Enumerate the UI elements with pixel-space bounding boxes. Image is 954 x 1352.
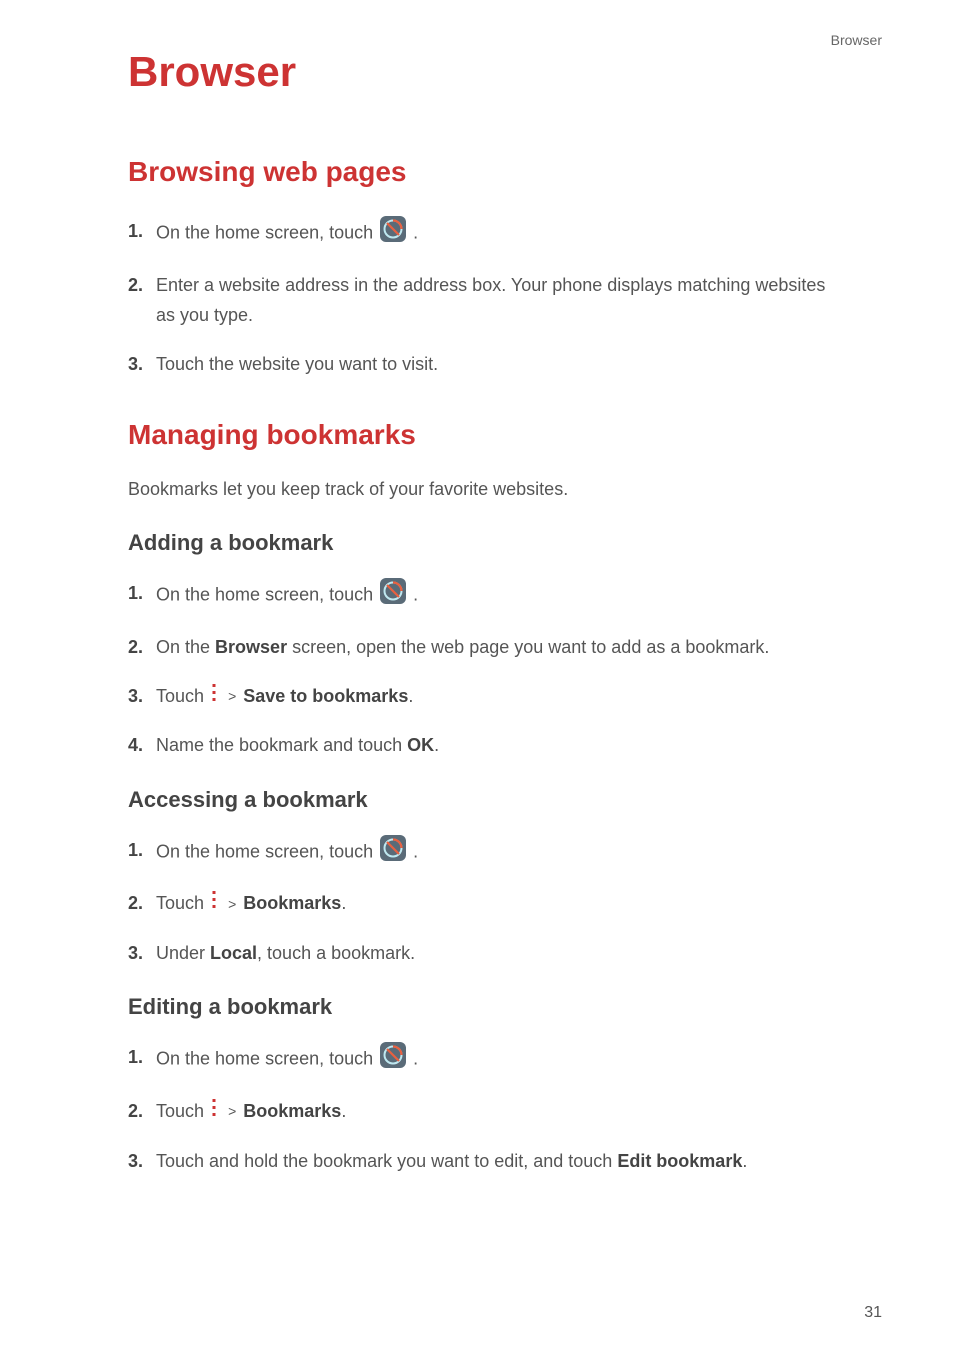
step-number: 1. (128, 578, 143, 609)
step-text: On the home screen, touch (156, 585, 378, 605)
browser-app-icon (380, 835, 406, 871)
browsing-steps: 1. On the home screen, touch . 2. Enter … (128, 216, 826, 379)
step-number: 3. (128, 938, 143, 969)
step-text-post: . (413, 585, 418, 605)
step-number: 1. (128, 1042, 143, 1073)
browser-app-icon (380, 1042, 406, 1078)
step-text-post: screen, open the web page you want to ad… (287, 637, 769, 657)
step-number: 2. (128, 632, 143, 663)
step-text: Enter a website address in the address b… (156, 275, 825, 326)
list-item: 3. Touch and hold the bookmark you want … (128, 1146, 826, 1177)
sub-adding-title: Adding a bookmark (128, 530, 826, 556)
step-text: On the home screen, touch (156, 1049, 378, 1069)
section-bookmarks-intro: Bookmarks let you keep track of your fav… (128, 479, 826, 500)
bold-save-to-bookmarks: Save to bookmarks (243, 686, 408, 706)
step-number: 2. (128, 270, 143, 301)
step-number: 4. (128, 730, 143, 761)
step-number: 2. (128, 888, 143, 919)
gt-separator: > (228, 896, 236, 912)
step-text: Touch and hold the bookmark you want to … (156, 1151, 617, 1171)
step-text: Under (156, 943, 210, 963)
adding-steps: 1. On the home screen, touch . 2. On the… (128, 578, 826, 760)
overflow-menu-icon (211, 1097, 217, 1128)
sub-accessing-title: Accessing a bookmark (128, 787, 826, 813)
step-number: 1. (128, 216, 143, 247)
list-item: 2. Touch > Bookmarks. (128, 1096, 826, 1128)
sub-editing-title: Editing a bookmark (128, 994, 826, 1020)
list-item: 1. On the home screen, touch . (128, 1042, 826, 1078)
bold-local: Local (210, 943, 257, 963)
step-number: 3. (128, 681, 143, 712)
page-header-label: Browser (831, 32, 882, 48)
step-text: On the (156, 637, 215, 657)
overflow-menu-icon (211, 889, 217, 920)
gt-separator: > (228, 1103, 236, 1119)
gt-separator: > (228, 688, 236, 704)
editing-steps: 1. On the home screen, touch . 2. Touch (128, 1042, 826, 1176)
bold-browser: Browser (215, 637, 287, 657)
step-text-post: . (742, 1151, 747, 1171)
step-text-post: . (413, 841, 418, 861)
step-text: On the home screen, touch (156, 841, 378, 861)
section-bookmarks-title: Managing bookmarks (128, 419, 826, 451)
step-text: Touch (156, 1101, 209, 1121)
step-number: 1. (128, 835, 143, 866)
step-number: 3. (128, 1146, 143, 1177)
list-item: 4. Name the bookmark and touch OK. (128, 730, 826, 761)
list-item: 1. On the home screen, touch . (128, 216, 826, 252)
browser-app-icon (380, 216, 406, 252)
step-text-post: . (434, 735, 439, 755)
step-text-post: . (341, 893, 346, 913)
accessing-steps: 1. On the home screen, touch . 2. Touch (128, 835, 826, 969)
bold-edit-bookmark: Edit bookmark (617, 1151, 742, 1171)
step-text: On the home screen, touch (156, 223, 378, 243)
page-title: Browser (128, 48, 826, 96)
step-number: 2. (128, 1096, 143, 1127)
list-item: 3. Touch > Save to bookmarks. (128, 681, 826, 713)
bold-ok: OK (407, 735, 434, 755)
step-text: Touch (156, 893, 209, 913)
list-item: 2. Touch > Bookmarks. (128, 888, 826, 920)
list-item: 3. Touch the website you want to visit. (128, 349, 826, 380)
step-text-post: , touch a bookmark. (257, 943, 415, 963)
list-item: 1. On the home screen, touch . (128, 835, 826, 871)
bold-bookmarks: Bookmarks (243, 893, 341, 913)
step-text-post: . (413, 1049, 418, 1069)
step-text-post: . (408, 686, 413, 706)
step-text-post: . (413, 223, 418, 243)
step-text: Name the bookmark and touch (156, 735, 407, 755)
overflow-menu-icon (211, 682, 217, 713)
list-item: 1. On the home screen, touch . (128, 578, 826, 614)
browser-app-icon (380, 578, 406, 614)
page-number: 31 (864, 1304, 882, 1322)
bold-bookmarks: Bookmarks (243, 1101, 341, 1121)
page-content: Browser Browsing web pages 1. On the hom… (0, 0, 954, 1176)
section-browsing-title: Browsing web pages (128, 156, 826, 188)
list-item: 3. Under Local, touch a bookmark. (128, 938, 826, 969)
step-text: Touch the website you want to visit. (156, 354, 438, 374)
list-item: 2. On the Browser screen, open the web p… (128, 632, 826, 663)
step-number: 3. (128, 349, 143, 380)
list-item: 2. Enter a website address in the addres… (128, 270, 826, 331)
step-text-post: . (341, 1101, 346, 1121)
step-text: Touch (156, 686, 209, 706)
